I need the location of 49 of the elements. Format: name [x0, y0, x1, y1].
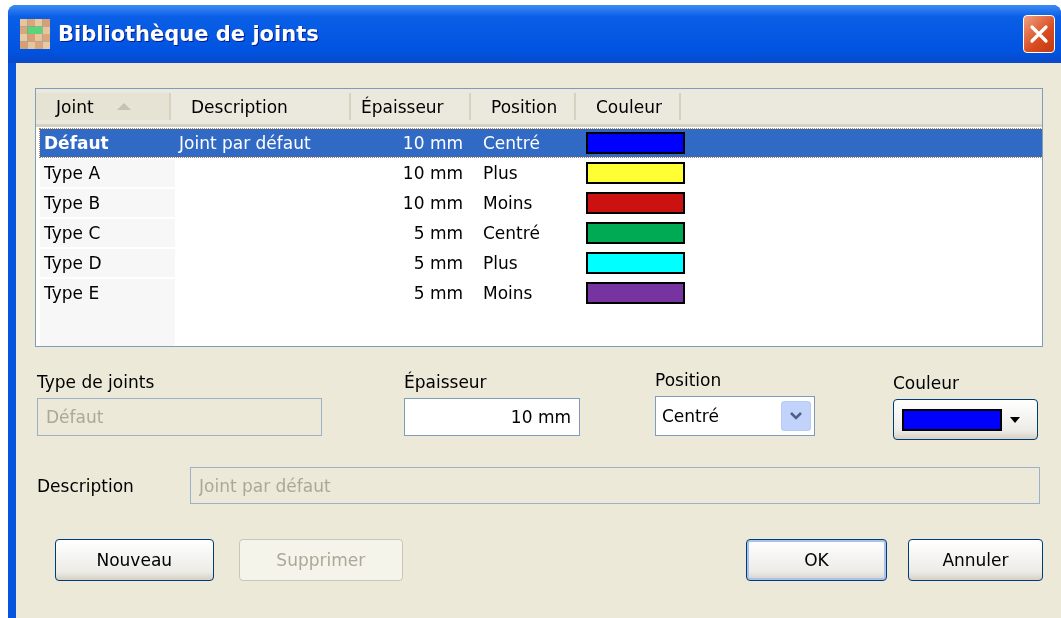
column-header[interactable]: Description	[171, 93, 351, 120]
dropdown-value[interactable]: Centré	[662, 406, 719, 426]
table-cell-text: Plus	[482, 252, 519, 275]
table-cell: Type D	[40, 249, 175, 277]
table-cell: Type A	[40, 159, 175, 187]
table-cell: Type B	[40, 189, 175, 217]
field-label: Description	[37, 475, 135, 496]
close-button[interactable]	[1023, 15, 1055, 53]
dialog-button[interactable]: Annuler	[907, 539, 1043, 581]
table-row[interactable]: Défaut Joint par défaut 10 mm Centré	[40, 129, 1042, 157]
table-cell-text: Moins	[482, 192, 534, 215]
sort-arrow-icon	[115, 101, 132, 112]
table-row[interactable]: Type A 10 mm Plus	[40, 159, 1042, 187]
table-row[interactable]: Type E 5 mm Moins	[40, 279, 1042, 307]
table-row[interactable]: Type C 5 mm Centré	[40, 219, 1042, 247]
table-cell-text: 5 mm	[412, 222, 464, 245]
chevron-down-icon	[789, 411, 803, 421]
field-label: Épaisseur	[404, 372, 488, 392]
dropdown-button[interactable]	[781, 401, 811, 431]
dialog-button[interactable]: OK	[746, 539, 887, 581]
table-cell-text: 5 mm	[412, 252, 464, 275]
table-cell-text: Centré	[482, 222, 541, 245]
table-cell-text: Défaut	[43, 132, 110, 155]
table-cell-text: Joint par défaut	[177, 132, 312, 155]
table-cell: Type C	[40, 219, 175, 247]
table-cell-text: 5 mm	[412, 282, 464, 305]
app-icon	[20, 19, 50, 49]
field-label: Couleur	[893, 373, 960, 393]
table-row[interactable]: Type B 10 mm Moins	[40, 189, 1042, 217]
table-cell-text: Moins	[482, 282, 534, 305]
column-header[interactable]: Position	[471, 93, 576, 120]
column-header[interactable]: Épaisseur	[351, 93, 471, 120]
table-cell: Type E	[40, 279, 175, 307]
input-field[interactable]: 10 mm	[404, 398, 580, 436]
table-row[interactable]: Type D 5 mm Plus	[40, 249, 1042, 277]
table-cell-text: 10 mm	[401, 162, 464, 185]
table-cell-text: Centré	[482, 132, 541, 155]
table-cell-text: Plus	[482, 162, 519, 185]
field-label: Type de joints	[37, 372, 156, 392]
column-header[interactable]: Couleur	[576, 93, 681, 120]
caret-icon	[1010, 416, 1020, 423]
table-cell-text: 10 mm	[401, 132, 464, 155]
field-label: Position	[655, 370, 723, 390]
close-icon	[1029, 24, 1049, 44]
column-header[interactable]: Joint	[36, 93, 171, 120]
window-title: Bibliothèque de joints	[58, 22, 320, 46]
table-cell-text: 10 mm	[401, 192, 464, 215]
dialog-button[interactable]: Nouveau	[55, 539, 214, 581]
color-picker-button[interactable]	[893, 399, 1038, 440]
